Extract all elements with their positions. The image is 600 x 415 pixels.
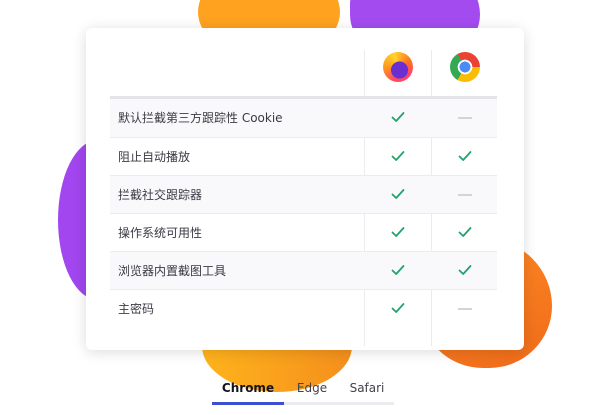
chrome-logo-icon: [450, 52, 480, 82]
chrome-support-cell: [432, 138, 498, 176]
tab-safari[interactable]: Safari: [340, 376, 394, 400]
feature-label: 默认拦截第三方跟踪性 Cookie: [118, 111, 283, 125]
chrome-support-cell: [432, 176, 498, 214]
feature-label: 操作系统可用性: [118, 226, 203, 240]
table-row: 浏览器内置截图工具: [110, 251, 497, 290]
chrome-support-cell: [432, 290, 498, 328]
check-icon: [391, 151, 405, 161]
table-row: 阻止自动播放: [110, 137, 497, 176]
check-icon: [391, 265, 405, 275]
tab-edge[interactable]: Edge: [284, 376, 340, 400]
comparison-card: 默认拦截第三方跟踪性 Cookie 阻止自动播放 拦截社交跟踪器 操作系统可用性浏览器…: [86, 28, 524, 350]
dash-icon: [458, 308, 472, 310]
table-row: 操作系统可用性: [110, 213, 497, 252]
check-icon: [391, 303, 405, 313]
chrome-support-cell: [432, 99, 498, 137]
check-icon: [391, 227, 405, 237]
feature-label: 拦截社交跟踪器: [118, 188, 203, 202]
check-icon: [391, 112, 405, 122]
check-icon: [458, 151, 472, 161]
firefox-support-cell: [365, 214, 431, 252]
firefox-logo-icon: [383, 52, 413, 82]
firefox-support-cell: [365, 176, 431, 214]
firefox-support-cell: [365, 138, 431, 176]
firefox-support-cell: [365, 252, 431, 290]
feature-label: 浏览器内置截图工具: [118, 264, 227, 278]
tab-chrome[interactable]: Chrome: [212, 376, 284, 400]
check-icon: [458, 265, 472, 275]
firefox-support-cell: [365, 290, 431, 328]
firefox-support-cell: [365, 99, 431, 137]
table-row: 拦截社交跟踪器: [110, 175, 497, 214]
feature-label: 阻止自动播放: [118, 150, 191, 164]
table-row: 主密码: [110, 289, 497, 328]
comparison-header: [86, 28, 524, 96]
active-tab-indicator: [212, 402, 284, 405]
dash-icon: [458, 194, 472, 196]
dash-icon: [458, 117, 472, 119]
feature-label: 主密码: [118, 302, 155, 316]
chrome-support-cell: [432, 214, 498, 252]
check-icon: [458, 227, 472, 237]
check-icon: [391, 189, 405, 199]
chrome-support-cell: [432, 252, 498, 290]
browser-tabs: Chrome Edge Safari: [212, 376, 394, 406]
table-row: 默认拦截第三方跟踪性 Cookie: [110, 99, 497, 137]
